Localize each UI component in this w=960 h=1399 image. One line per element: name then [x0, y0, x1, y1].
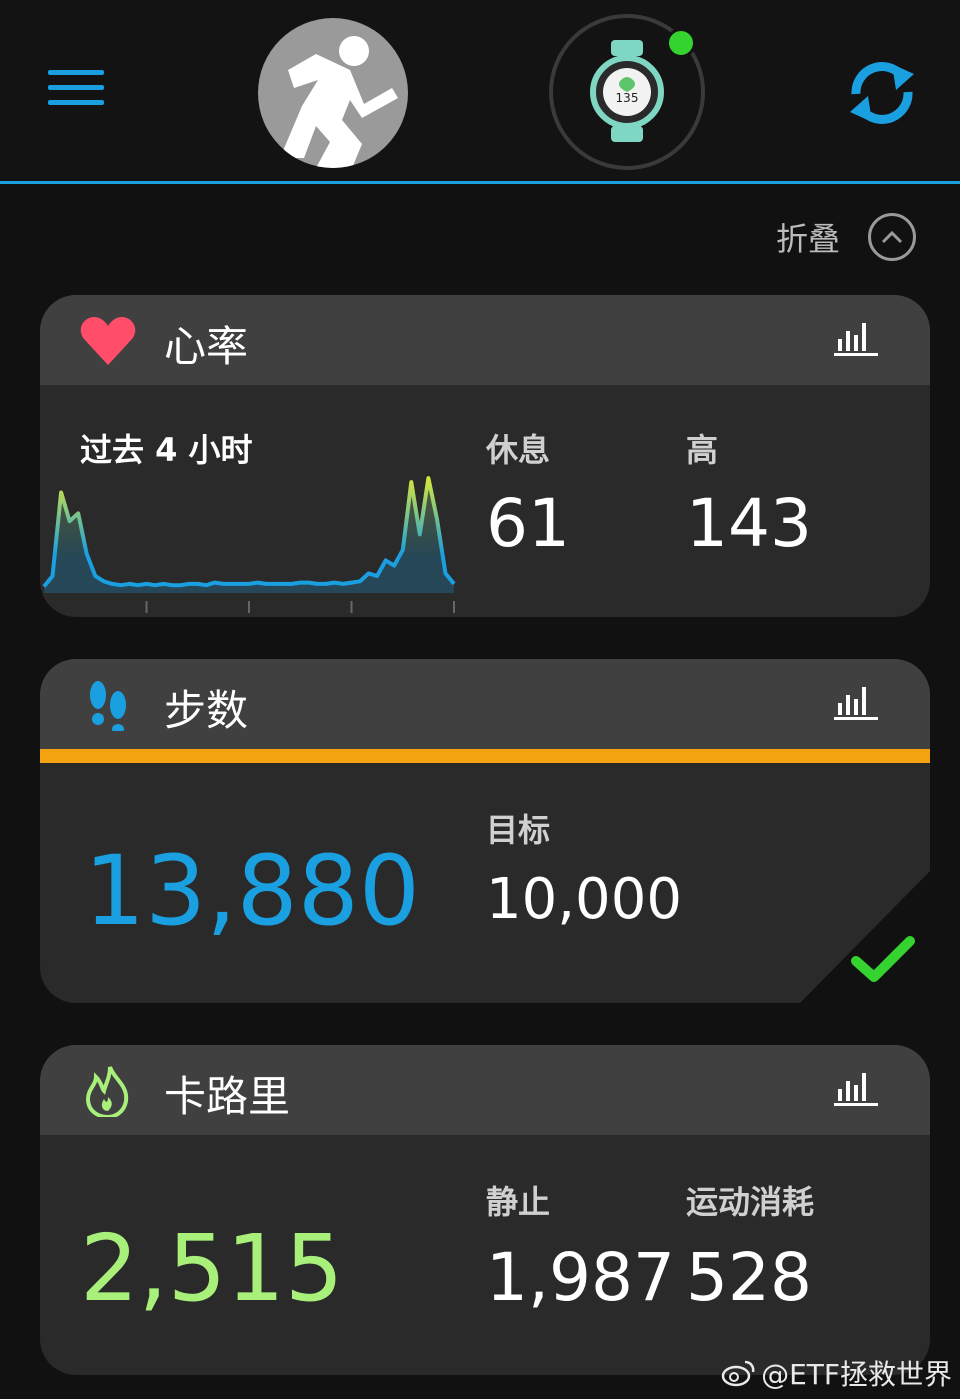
steps-value: 13,880 — [84, 835, 420, 947]
hr-high-label: 高 — [686, 431, 719, 469]
watermark-text: @ETF拯救世界 — [761, 1358, 952, 1391]
bar-chart-icon[interactable] — [834, 1071, 878, 1107]
heart-rate-chart — [42, 476, 456, 613]
calories-resting-value: 1,987 — [486, 1239, 675, 1316]
svg-text:135: 135 — [616, 91, 639, 105]
bar-chart-icon[interactable] — [834, 685, 878, 721]
bar-chart-icon[interactable] — [834, 321, 878, 357]
running-person-icon[interactable] — [258, 18, 408, 168]
calories-header[interactable]: 卡路里 — [40, 1045, 930, 1135]
flame-icon — [85, 1066, 129, 1117]
steps-title: 步数 — [164, 686, 249, 735]
steps-progress-bar — [40, 749, 930, 763]
chevron-up-icon — [868, 213, 916, 261]
hr-resting-label: 休息 — [486, 431, 551, 469]
heart-rate-title: 心率 — [164, 322, 249, 371]
steps-goal-value: 10,000 — [486, 867, 682, 932]
footprints-icon — [90, 681, 126, 731]
steps-header[interactable]: 步数 — [40, 659, 930, 749]
calories-title: 卡路里 — [164, 1072, 291, 1121]
hamburger-menu-icon[interactable] — [48, 70, 104, 110]
watermark: @ETF拯救世界 — [721, 1353, 952, 1393]
heart-rate-card[interactable]: 心率 过去 4 小时 休息 61 高 143 — [40, 295, 930, 617]
calories-resting-label: 静止 — [486, 1183, 551, 1221]
steps-card[interactable]: 步数 13,880 目标 10,000 — [40, 659, 930, 1003]
heart-icon — [80, 317, 136, 365]
calories-card[interactable]: 卡路里 2,515 静止 1,987 运动消耗 528 — [40, 1045, 930, 1375]
weibo-icon — [721, 1360, 755, 1387]
checkmark-icon — [851, 936, 915, 982]
calories-active-value: 528 — [686, 1239, 812, 1316]
top-bar: 135 — [0, 0, 960, 184]
collapse-label: 折叠 — [775, 220, 840, 258]
collapse-toggle[interactable]: 折叠 — [776, 212, 916, 262]
heart-rate-header[interactable]: 心率 — [40, 295, 930, 385]
hr-resting-value: 61 — [486, 485, 570, 562]
steps-goal-label: 目标 — [486, 811, 551, 849]
calories-active-label: 运动消耗 — [686, 1183, 815, 1221]
calories-value: 2,515 — [80, 1215, 344, 1322]
hr-high-value: 143 — [686, 485, 812, 562]
connection-status-dot — [666, 28, 696, 58]
sync-icon[interactable] — [840, 56, 924, 130]
hr-area — [44, 478, 454, 593]
